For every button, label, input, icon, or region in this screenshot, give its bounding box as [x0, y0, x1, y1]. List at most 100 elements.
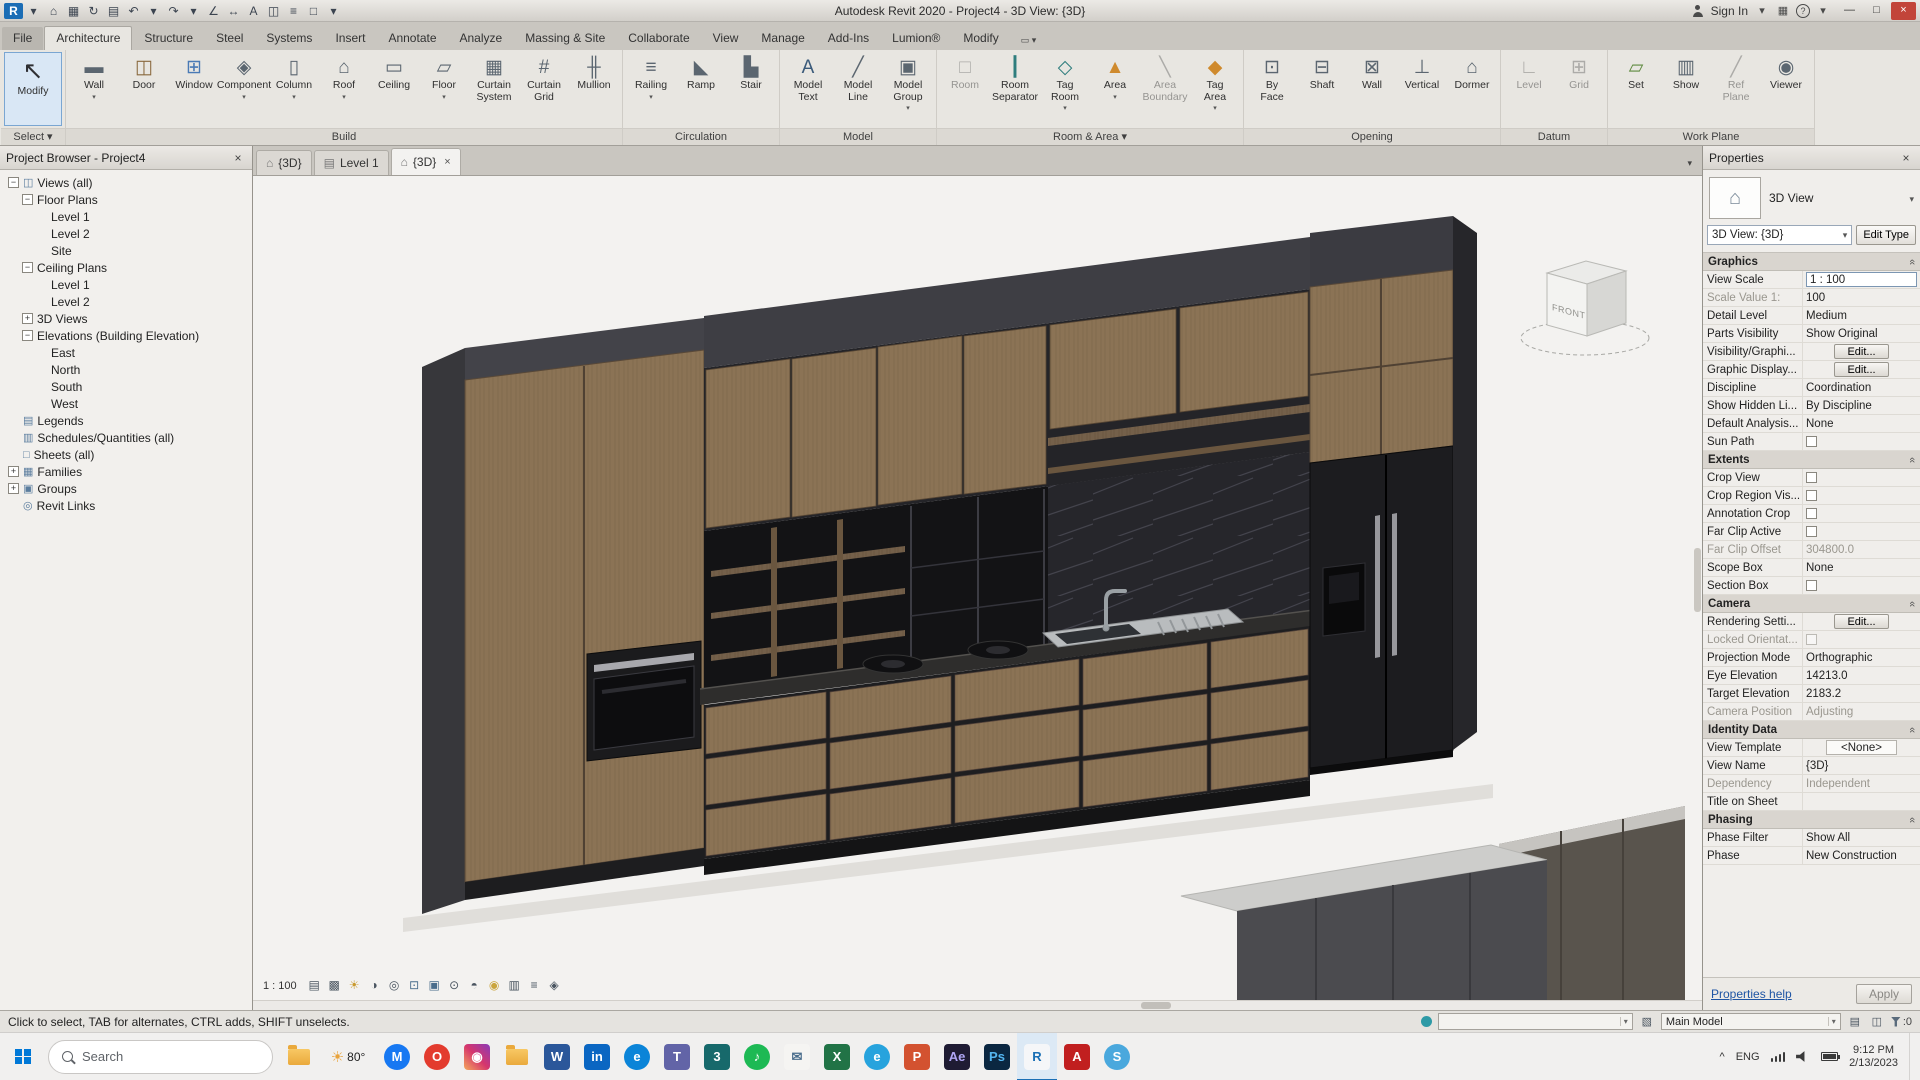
sun-path-icon[interactable]: ☀: [346, 977, 363, 994]
ribbon-tab-modify[interactable]: Modify: [952, 27, 1009, 50]
taskbar-app-safari[interactable]: S: [1097, 1033, 1137, 1080]
lock-3d-view-icon[interactable]: ⊙: [446, 977, 463, 994]
tree-item-level-1[interactable]: Level 1: [2, 276, 252, 293]
hidden-icons-chevron[interactable]: ^: [1720, 1051, 1725, 1063]
visual-style-icon[interactable]: ▩: [326, 977, 343, 994]
tree-item-level-1[interactable]: Level 1: [2, 208, 252, 225]
press-drag-icon[interactable]: ◫: [1869, 1014, 1885, 1030]
view-tab-list-button[interactable]: ▾: [1680, 158, 1699, 175]
taskbar-app-3ds-max[interactable]: 3: [697, 1033, 737, 1080]
volume-icon[interactable]: [1796, 1051, 1805, 1062]
view-tab-3d-0[interactable]: ⌂ {3D}: [256, 150, 312, 175]
ribbon-button-area-boundary[interactable]: ╲ Area Boundary: [1140, 52, 1190, 126]
redo-arrow-icon[interactable]: ▾: [184, 2, 203, 20]
active-workset-select[interactable]: ▾: [1437, 1013, 1633, 1030]
help-icon[interactable]: ?: [1796, 3, 1810, 18]
viewcube[interactable]: FRONT: [1520, 260, 1650, 356]
customize-qat-icon[interactable]: ▾: [324, 2, 343, 20]
taskbar-app-photoshop[interactable]: Ps: [977, 1033, 1017, 1080]
taskbar-app-acrobat[interactable]: A: [1057, 1033, 1097, 1080]
ribbon-button-wall[interactable]: ▬ Wall ▾: [69, 52, 119, 126]
vertical-scrollbar[interactable]: [1694, 548, 1701, 612]
annotation-crop-checkbox[interactable]: [1806, 508, 1817, 519]
horizontal-scrollbar[interactable]: [253, 1000, 1702, 1010]
aligned-dimension-icon[interactable]: ↔: [224, 2, 243, 20]
ribbon-button-shaft[interactable]: ⊟ Shaft: [1297, 52, 1347, 126]
tree-item-west[interactable]: West: [2, 395, 252, 412]
home-icon[interactable]: ⌂: [44, 2, 63, 20]
undo-icon[interactable]: ↶: [124, 2, 143, 20]
edit-button[interactable]: Edit...: [1834, 362, 1889, 377]
save-icon[interactable]: ▦: [64, 2, 83, 20]
ribbon-button-window[interactable]: ⊞ Window: [169, 52, 219, 126]
ribbon-button-set[interactable]: ▱ Set: [1611, 52, 1661, 126]
panel-label-opening[interactable]: Opening: [1244, 128, 1500, 145]
type-selector-arrow-icon[interactable]: [1909, 191, 1914, 205]
tree-item-schedules-quantities-all[interactable]: ▥ Schedules/Quantities (all): [2, 429, 252, 446]
ribbon-tab-massing-site[interactable]: Massing & Site: [514, 27, 616, 50]
edit-type-button[interactable]: Edit Type: [1856, 225, 1916, 245]
panel-label-work-plane[interactable]: Work Plane: [1608, 128, 1814, 145]
panel-label-build[interactable]: Build: [66, 128, 622, 145]
selection-filter[interactable]: :0: [1890, 1016, 1912, 1028]
reveal-hidden-icon[interactable]: ◉: [486, 977, 503, 994]
detail-level-icon[interactable]: ▤: [306, 977, 323, 994]
language-indicator[interactable]: ENG: [1736, 1051, 1760, 1063]
tree-item-south[interactable]: South: [2, 378, 252, 395]
taskbar-app-instagram[interactable]: ◉: [457, 1033, 497, 1080]
taskbar-app-messenger[interactable]: M: [377, 1033, 417, 1080]
tree-item-level-2[interactable]: Level 2: [2, 225, 252, 242]
ribbon-button-component[interactable]: ◈ Component ▾: [217, 52, 271, 126]
displacement-sets-icon[interactable]: ◈: [546, 977, 563, 994]
section-box-checkbox[interactable]: [1806, 580, 1817, 591]
tree-item-legends[interactable]: ▤ Legends: [2, 412, 252, 429]
ribbon-button-viewer[interactable]: ◉ Viewer: [1761, 52, 1811, 126]
tree-item-revit-links[interactable]: ◎ Revit Links: [2, 497, 252, 514]
ribbon-tab-architecture[interactable]: Architecture: [44, 26, 133, 50]
tree-item-elevations-building-elevation[interactable]: − Elevations (Building Elevation): [2, 327, 252, 344]
sun-path-checkbox[interactable]: [1806, 436, 1817, 447]
ribbon-button-show[interactable]: ▥ Show: [1661, 52, 1711, 126]
panel-label-circulation[interactable]: Circulation: [623, 128, 779, 145]
ribbon-tab-analyze[interactable]: Analyze: [449, 27, 514, 50]
rendering-dialog-icon[interactable]: ◎: [386, 977, 403, 994]
taskbar-app-weather[interactable]: ☀ 80°: [319, 1033, 377, 1080]
thin-lines-icon[interactable]: ≡: [284, 2, 303, 20]
crop-view-icon[interactable]: ⊡: [406, 977, 423, 994]
panel-label-select[interactable]: Select ▾: [1, 128, 65, 145]
horizontal-scrollbar-thumb[interactable]: [1141, 1002, 1171, 1009]
analytical-model-icon[interactable]: ≡: [526, 977, 543, 994]
apply-button[interactable]: Apply: [1855, 984, 1912, 1004]
ribbon-button-ramp[interactable]: ◣ Ramp: [676, 52, 726, 126]
type-selector-combo[interactable]: 3D View: {3D}: [1707, 225, 1853, 245]
edit-button[interactable]: Edit...: [1834, 614, 1889, 629]
taskbar-app-folder-2[interactable]: [497, 1033, 537, 1080]
taskbar-app-linkedin[interactable]: in: [577, 1033, 617, 1080]
ribbon-button-level[interactable]: ∟ Level: [1504, 52, 1554, 126]
taskbar-app-file-explorer[interactable]: [279, 1033, 319, 1080]
workset-arrow-icon[interactable]: ▾: [1619, 1017, 1628, 1026]
ribbon-tab-steel[interactable]: Steel: [205, 27, 254, 50]
text-icon[interactable]: A: [244, 2, 263, 20]
ribbon-button-model-text[interactable]: A Model Text: [783, 52, 833, 126]
view-template-value[interactable]: <None>: [1826, 740, 1897, 755]
ribbon-button-mullion[interactable]: ╫ Mullion: [569, 52, 619, 126]
taskbar-app-excel[interactable]: X: [817, 1033, 857, 1080]
default-3d-view-icon[interactable]: □: [304, 2, 323, 20]
taskbar-app-revit[interactable]: R: [1017, 1032, 1057, 1080]
taskbar-app-mail[interactable]: ✉: [777, 1033, 817, 1080]
tree-item-level-2[interactable]: Level 2: [2, 293, 252, 310]
taskbar-app-word[interactable]: W: [537, 1033, 577, 1080]
ribbon-button-area[interactable]: ▲ Area ▾: [1090, 52, 1140, 126]
panel-label-room-area[interactable]: Room & Area ▾: [937, 128, 1243, 145]
temporary-hide-isolate-icon[interactable]: ◓: [466, 977, 483, 994]
taskbar-app-powerpoint[interactable]: P: [897, 1033, 937, 1080]
ribbon-button-model-line[interactable]: ╱ Model Line: [833, 52, 883, 126]
taskbar-app-internet-explorer[interactable]: e: [857, 1033, 897, 1080]
taskbar-search[interactable]: Search: [48, 1039, 273, 1074]
collapse-icon[interactable]: «: [1906, 816, 1918, 822]
ribbon-button-wall[interactable]: ⊠ Wall: [1347, 52, 1397, 126]
tree-item-3d-views[interactable]: +3D Views: [2, 310, 252, 327]
far-clip-active-checkbox[interactable]: [1806, 526, 1817, 537]
show-desktop-button[interactable]: [1909, 1032, 1914, 1080]
